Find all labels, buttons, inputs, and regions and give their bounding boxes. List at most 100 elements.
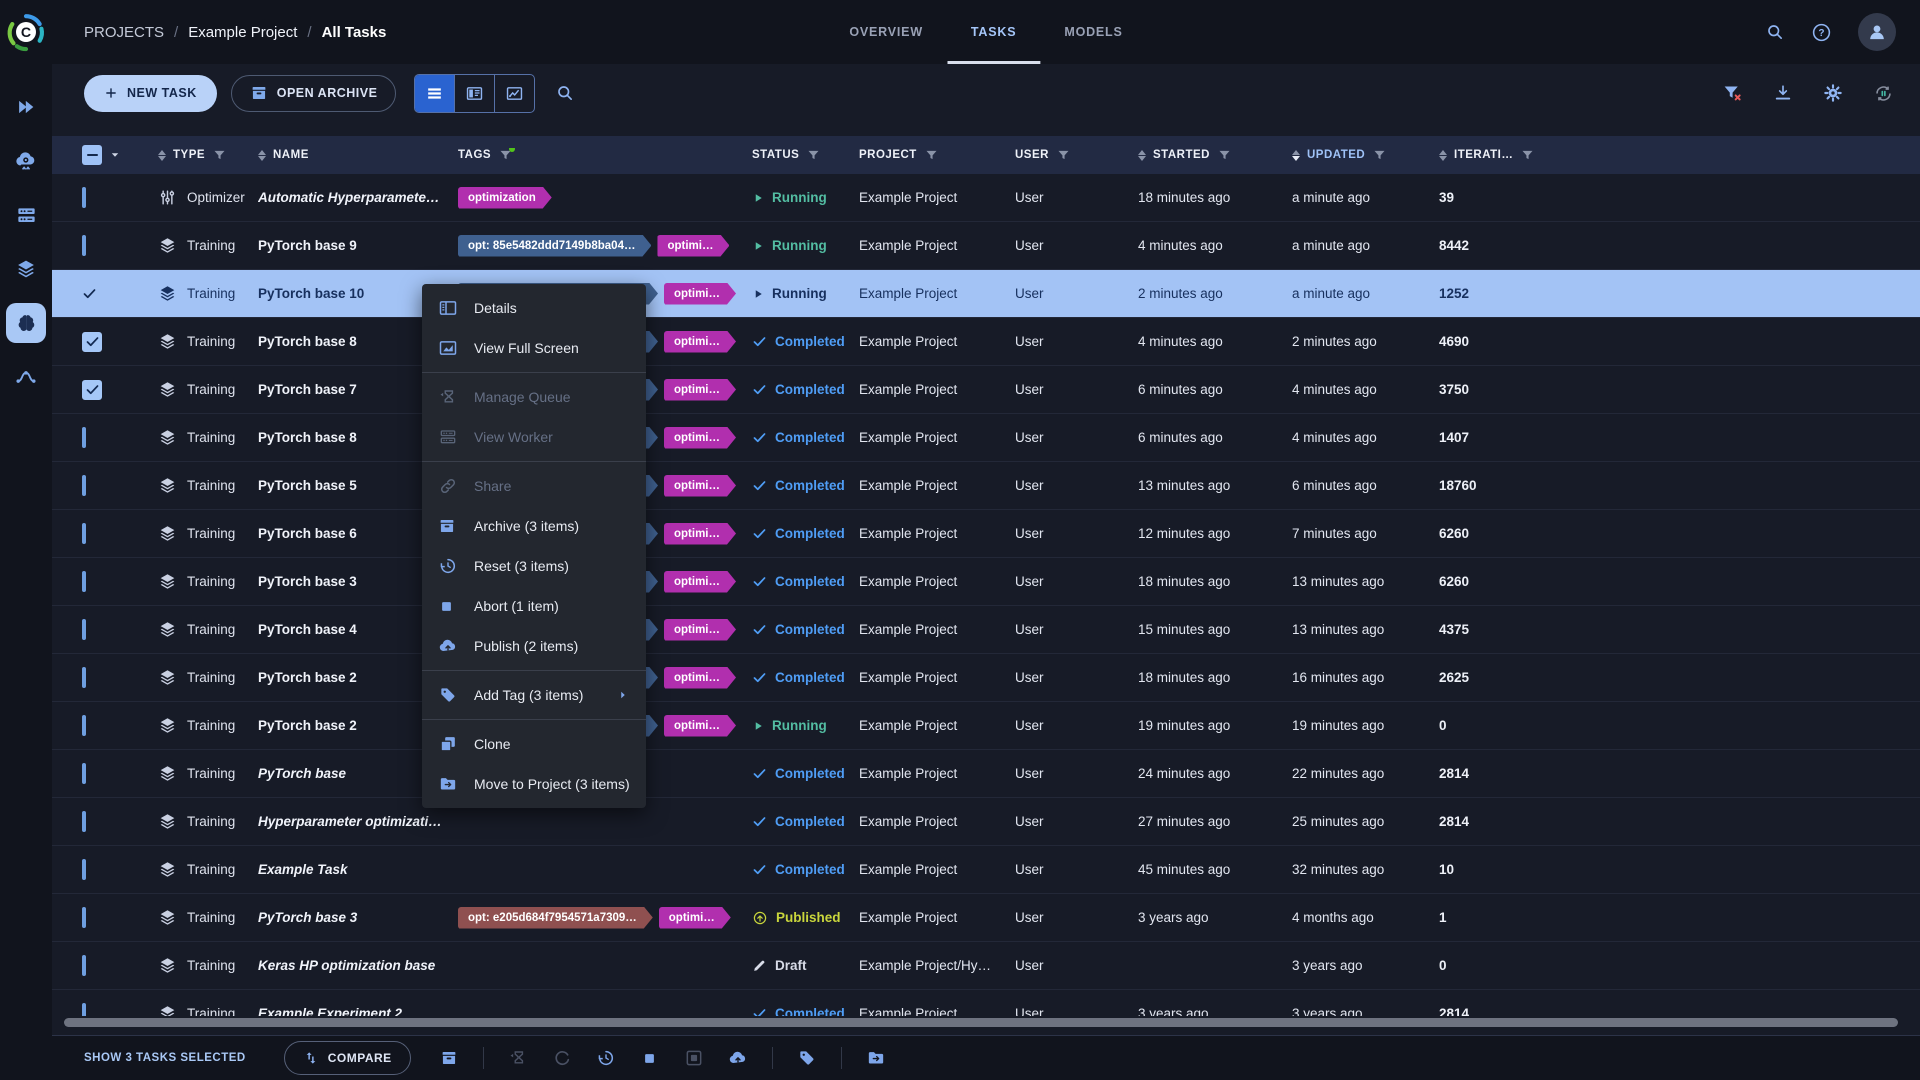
card-view-button[interactable]: [454, 75, 494, 112]
task-name[interactable]: Example Task: [258, 862, 458, 877]
table-row[interactable]: Training PyTorch base 3 optimi… Complete…: [52, 558, 1920, 606]
show-selected-label[interactable]: SHOW 3 TASKS SELECTED: [84, 1052, 246, 1064]
column-header-project[interactable]: PROJECT: [859, 148, 1015, 163]
table-row[interactable]: Training PyTorch base 2 optimi… Running …: [52, 702, 1920, 750]
reset-button[interactable]: [584, 1048, 628, 1068]
tag[interactable]: optimi…: [664, 715, 736, 737]
row-checkbox[interactable]: [82, 571, 86, 592]
table-row[interactable]: Training PyTorch base 3 opt: e205d684f79…: [52, 894, 1920, 942]
tag[interactable]: opt: 85e5482ddd7149b8ba04…: [458, 235, 651, 257]
abort-button[interactable]: [628, 1050, 672, 1067]
row-checkbox[interactable]: [82, 619, 86, 640]
table-row[interactable]: Training PyTorch base 7 optimi… Complete…: [52, 366, 1920, 414]
clearml-logo[interactable]: C: [0, 0, 52, 64]
search-icon[interactable]: [1765, 22, 1785, 42]
sort-icon[interactable]: [158, 150, 166, 161]
table-row[interactable]: Training PyTorch base Completed Example …: [52, 750, 1920, 798]
table-row[interactable]: Training PyTorch base 8 optimi… Complete…: [52, 414, 1920, 462]
tag[interactable]: optimi…: [664, 619, 736, 641]
sidebar-item-datasets[interactable]: [6, 249, 46, 289]
table-row[interactable]: Training PyTorch base 2 optimi… Complete…: [52, 654, 1920, 702]
row-checkbox[interactable]: [82, 380, 102, 400]
clear-filters-icon[interactable]: [1722, 83, 1743, 104]
menu-item-clone[interactable]: Clone: [422, 724, 646, 764]
tab-overview[interactable]: OVERVIEW: [825, 0, 947, 64]
table-row[interactable]: Training PyTorch base 5 optimi… Complete…: [52, 462, 1920, 510]
move-to-project-button[interactable]: [854, 1048, 898, 1068]
table-settings-icon[interactable]: [1823, 83, 1843, 103]
row-checkbox[interactable]: [82, 667, 86, 688]
filter-icon[interactable]: [924, 148, 939, 163]
table-row[interactable]: Optimizer Automatic Hyperparamete… optim…: [52, 174, 1920, 222]
column-header-updated[interactable]: UPDATED: [1292, 148, 1439, 163]
row-checkbox[interactable]: [82, 1003, 86, 1017]
archive-button[interactable]: [427, 1049, 471, 1067]
open-archive-button[interactable]: OPEN ARCHIVE: [231, 75, 397, 112]
table-row[interactable]: Training PyTorch base 6 optimi… Complete…: [52, 510, 1920, 558]
sort-icon[interactable]: [1439, 150, 1447, 161]
tab-models[interactable]: MODELS: [1040, 0, 1146, 64]
task-name[interactable]: Example Experiment 2: [258, 1006, 458, 1016]
column-header-user[interactable]: USER: [1015, 148, 1138, 163]
column-header-iterati[interactable]: ITERATI…: [1439, 148, 1589, 163]
help-icon[interactable]: ?: [1811, 22, 1832, 43]
sidebar-item-getting-started[interactable]: [6, 87, 46, 127]
row-checkbox[interactable]: [82, 235, 86, 256]
auto-refresh-icon[interactable]: [1873, 83, 1894, 104]
new-task-button[interactable]: NEW TASK: [84, 75, 217, 112]
table-row[interactable]: Training PyTorch base 8 optimi… Complete…: [52, 318, 1920, 366]
menu-item-move-to-project-3-items[interactable]: Move to Project (3 items): [422, 764, 646, 804]
tag[interactable]: optimi…: [664, 475, 736, 497]
sidebar-item-pipelines[interactable]: [6, 357, 46, 397]
tag[interactable]: optimi…: [664, 283, 736, 305]
table-view-button[interactable]: [415, 75, 454, 112]
filter-icon[interactable]: [1056, 148, 1071, 163]
column-header-status[interactable]: STATUS: [752, 148, 859, 163]
chart-view-button[interactable]: [494, 75, 534, 112]
tab-tasks[interactable]: TASKS: [947, 0, 1040, 64]
tag[interactable]: optimi…: [659, 907, 731, 929]
breadcrumb-project[interactable]: Example Project: [188, 24, 297, 41]
sort-icon[interactable]: [1292, 150, 1300, 161]
tag[interactable]: optimi…: [664, 331, 736, 353]
select-all-checkbox[interactable]: [82, 145, 102, 165]
tag[interactable]: optimization: [458, 187, 552, 209]
filter-icon[interactable]: [498, 148, 513, 163]
task-name[interactable]: Hyperparameter optimizati…: [258, 814, 458, 829]
column-header-started[interactable]: STARTED: [1138, 148, 1292, 163]
tag[interactable]: optimi…: [664, 523, 736, 545]
row-checkbox[interactable]: [82, 907, 86, 928]
filter-icon[interactable]: [806, 148, 821, 163]
menu-item-archive-3-items[interactable]: Archive (3 items): [422, 506, 646, 546]
menu-item-add-tag-3-items[interactable]: Add Tag (3 items): [422, 675, 646, 715]
menu-item-abort-1-item[interactable]: Abort (1 item): [422, 586, 646, 626]
table-row[interactable]: Training PyTorch base 9 opt: 85e5482ddd7…: [52, 222, 1920, 270]
sidebar-item-projects[interactable]: [6, 303, 46, 343]
menu-item-view-full-screen[interactable]: View Full Screen: [422, 328, 646, 368]
row-checkbox[interactable]: [82, 523, 86, 544]
filter-icon[interactable]: [1217, 148, 1232, 163]
row-checkbox[interactable]: [82, 955, 86, 976]
table-row[interactable]: Training PyTorch base 4 optimi… Complete…: [52, 606, 1920, 654]
row-checkbox[interactable]: [82, 427, 86, 448]
column-header-name[interactable]: NAME: [258, 149, 458, 161]
chevron-down-icon[interactable]: [108, 148, 122, 162]
row-checkbox[interactable]: [82, 715, 86, 736]
tag[interactable]: optimi…: [664, 667, 736, 689]
tag[interactable]: optimi…: [664, 379, 736, 401]
table-row[interactable]: Training Example Experiment 2 Completed …: [52, 990, 1920, 1016]
table-row[interactable]: Training Keras HP optimization base Draf…: [52, 942, 1920, 990]
row-checkbox[interactable]: [82, 475, 86, 496]
search-icon[interactable]: [555, 83, 575, 103]
download-icon[interactable]: [1773, 83, 1793, 103]
menu-item-publish-2-items[interactable]: Publish (2 items): [422, 626, 646, 666]
task-name[interactable]: Keras HP optimization base: [258, 958, 458, 973]
row-checkbox[interactable]: [82, 763, 86, 784]
filter-icon[interactable]: [1372, 148, 1387, 163]
tag[interactable]: opt: e205d684f7954571a7309…: [458, 907, 653, 929]
sidebar-item-applications[interactable]: [6, 141, 46, 181]
row-checkmark[interactable]: [82, 286, 158, 301]
tag[interactable]: optimi…: [664, 427, 736, 449]
row-checkbox[interactable]: [82, 187, 86, 208]
breadcrumb-projects[interactable]: PROJECTS: [84, 24, 164, 41]
